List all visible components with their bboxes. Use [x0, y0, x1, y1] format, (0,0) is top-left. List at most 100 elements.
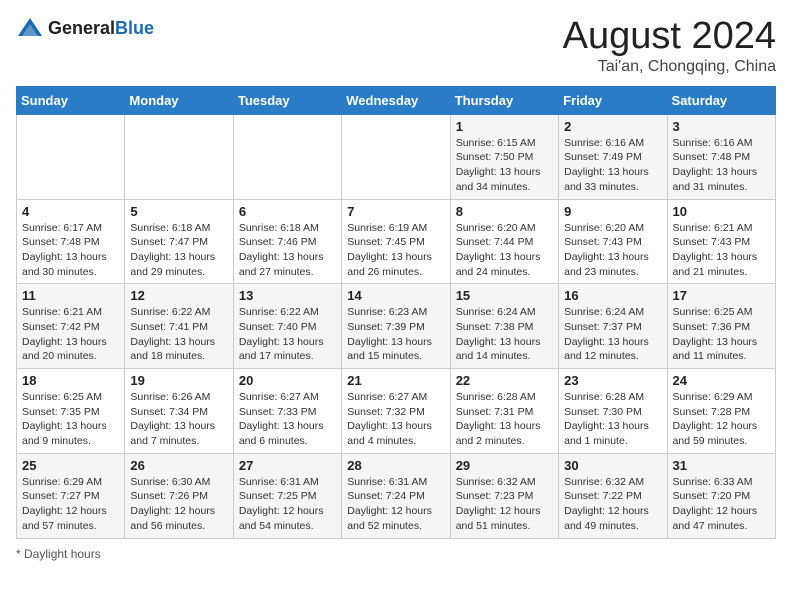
- logo-general: General: [48, 18, 115, 38]
- day-info: Sunrise: 6:30 AMSunset: 7:26 PMDaylight:…: [130, 475, 227, 534]
- day-number: 17: [673, 288, 770, 303]
- title-area: August 2024 Tai'an, Chongqing, China: [563, 16, 776, 76]
- col-header-tuesday: Tuesday: [233, 86, 341, 114]
- day-number: 10: [673, 204, 770, 219]
- day-info: Sunrise: 6:19 AMSunset: 7:45 PMDaylight:…: [347, 221, 444, 280]
- calendar-cell: 14Sunrise: 6:23 AMSunset: 7:39 PMDayligh…: [342, 284, 450, 369]
- calendar-cell: 7 Sunrise: 6:19 AMSunset: 7:45 PMDaylight…: [342, 199, 450, 284]
- footer-note: * Daylight hours: [16, 547, 776, 561]
- day-info: Sunrise: 6:15 AMSunset: 7:50 PMDaylight:…: [456, 136, 553, 195]
- day-info: Sunrise: 6:21 AMSunset: 7:43 PMDaylight:…: [673, 221, 770, 280]
- day-info: Sunrise: 6:31 AMSunset: 7:24 PMDaylight:…: [347, 475, 444, 534]
- calendar-cell: 17 Sunrise: 6:25 AMSunset: 7:36 PMDayligh…: [667, 284, 775, 369]
- calendar-cell: 13 Sunrise: 6:22 AMSunset: 7:40 PMDayligh…: [233, 284, 341, 369]
- day-number: 28: [347, 458, 444, 473]
- calendar-cell: 23Sunrise: 6:28 AMSunset: 7:30 PMDayligh…: [559, 369, 667, 454]
- day-number: 26: [130, 458, 227, 473]
- calendar-header-row: SundayMondayTuesdayWednesdayThursdayFrid…: [17, 86, 776, 114]
- calendar-cell: [342, 114, 450, 199]
- day-info: Sunrise: 6:27 AMSunset: 7:32 PMDaylight:…: [347, 390, 444, 449]
- calendar-cell: [125, 114, 233, 199]
- calendar-cell: 11 Sunrise: 6:21 AMSunset: 7:42 PMDayligh…: [17, 284, 125, 369]
- calendar-cell: 21 Sunrise: 6:27 AMSunset: 7:32 PMDayligh…: [342, 369, 450, 454]
- day-info: Sunrise: 6:22 AMSunset: 7:41 PMDaylight:…: [130, 305, 227, 364]
- day-info: Sunrise: 6:23 AMSunset: 7:39 PMDaylight:…: [347, 305, 444, 364]
- calendar-cell: 22Sunrise: 6:28 AMSunset: 7:31 PMDayligh…: [450, 369, 558, 454]
- day-info: Sunrise: 6:25 AMSunset: 7:35 PMDaylight:…: [22, 390, 119, 449]
- calendar-cell: 16Sunrise: 6:24 AMSunset: 7:37 PMDayligh…: [559, 284, 667, 369]
- calendar-cell: 18Sunrise: 6:25 AMSunset: 7:35 PMDayligh…: [17, 369, 125, 454]
- day-number: 25: [22, 458, 119, 473]
- day-info: Sunrise: 6:31 AMSunset: 7:25 PMDaylight:…: [239, 475, 336, 534]
- day-info: Sunrise: 6:24 AMSunset: 7:38 PMDaylight:…: [456, 305, 553, 364]
- day-number: 20: [239, 373, 336, 388]
- calendar-cell: [17, 114, 125, 199]
- calendar-week-row: 25 Sunrise: 6:29 AMSunset: 7:27 PMDayligh…: [17, 453, 776, 538]
- calendar-cell: 28 Sunrise: 6:31 AMSunset: 7:24 PMDayligh…: [342, 453, 450, 538]
- day-number: 21: [347, 373, 444, 388]
- calendar-cell: 4 Sunrise: 6:17 AMSunset: 7:48 PMDaylight…: [17, 199, 125, 284]
- day-info: Sunrise: 6:32 AMSunset: 7:23 PMDaylight:…: [456, 475, 553, 534]
- day-number: 16: [564, 288, 661, 303]
- day-info: Sunrise: 6:20 AMSunset: 7:43 PMDaylight:…: [564, 221, 661, 280]
- day-number: 30: [564, 458, 661, 473]
- day-number: 6: [239, 204, 336, 219]
- calendar-cell: 19Sunrise: 6:26 AMSunset: 7:34 PMDayligh…: [125, 369, 233, 454]
- col-header-friday: Friday: [559, 86, 667, 114]
- col-header-thursday: Thursday: [450, 86, 558, 114]
- day-number: 24: [673, 373, 770, 388]
- day-number: 13: [239, 288, 336, 303]
- day-number: 23: [564, 373, 661, 388]
- day-info: Sunrise: 6:25 AMSunset: 7:36 PMDaylight:…: [673, 305, 770, 364]
- calendar-table: SundayMondayTuesdayWednesdayThursdayFrid…: [16, 86, 776, 539]
- calendar-cell: 26 Sunrise: 6:30 AMSunset: 7:26 PMDayligh…: [125, 453, 233, 538]
- day-info: Sunrise: 6:29 AMSunset: 7:27 PMDaylight:…: [22, 475, 119, 534]
- day-info: Sunrise: 6:18 AMSunset: 7:47 PMDaylight:…: [130, 221, 227, 280]
- day-info: Sunrise: 6:32 AMSunset: 7:22 PMDaylight:…: [564, 475, 661, 534]
- day-number: 31: [673, 458, 770, 473]
- col-header-sunday: Sunday: [17, 86, 125, 114]
- day-number: 2: [564, 119, 661, 134]
- day-number: 4: [22, 204, 119, 219]
- calendar-cell: 29Sunrise: 6:32 AMSunset: 7:23 PMDayligh…: [450, 453, 558, 538]
- day-number: 7: [347, 204, 444, 219]
- col-header-wednesday: Wednesday: [342, 86, 450, 114]
- calendar-cell: 30 Sunrise: 6:32 AMSunset: 7:22 PMDayligh…: [559, 453, 667, 538]
- day-number: 11: [22, 288, 119, 303]
- day-info: Sunrise: 6:21 AMSunset: 7:42 PMDaylight:…: [22, 305, 119, 364]
- calendar-week-row: 1 Sunrise: 6:15 AMSunset: 7:50 PMDaylight…: [17, 114, 776, 199]
- day-number: 19: [130, 373, 227, 388]
- day-number: 8: [456, 204, 553, 219]
- day-number: 27: [239, 458, 336, 473]
- calendar-week-row: 4 Sunrise: 6:17 AMSunset: 7:48 PMDaylight…: [17, 199, 776, 284]
- calendar-cell: 2 Sunrise: 6:16 AMSunset: 7:49 PMDaylight…: [559, 114, 667, 199]
- day-number: 1: [456, 119, 553, 134]
- calendar-cell: 8 Sunrise: 6:20 AMSunset: 7:44 PMDaylight…: [450, 199, 558, 284]
- page-title: August 2024: [563, 16, 776, 58]
- col-header-saturday: Saturday: [667, 86, 775, 114]
- calendar-cell: 6 Sunrise: 6:18 AMSunset: 7:46 PMDaylight…: [233, 199, 341, 284]
- logo: GeneralBlue: [16, 16, 154, 40]
- day-info: Sunrise: 6:20 AMSunset: 7:44 PMDaylight:…: [456, 221, 553, 280]
- col-header-monday: Monday: [125, 86, 233, 114]
- day-number: 9: [564, 204, 661, 219]
- calendar-cell: 27 Sunrise: 6:31 AMSunset: 7:25 PMDayligh…: [233, 453, 341, 538]
- day-info: Sunrise: 6:17 AMSunset: 7:48 PMDaylight:…: [22, 221, 119, 280]
- calendar-cell: 20 Sunrise: 6:27 AMSunset: 7:33 PMDayligh…: [233, 369, 341, 454]
- day-info: Sunrise: 6:16 AMSunset: 7:49 PMDaylight:…: [564, 136, 661, 195]
- page-subtitle: Tai'an, Chongqing, China: [563, 58, 776, 76]
- calendar-cell: 1 Sunrise: 6:15 AMSunset: 7:50 PMDaylight…: [450, 114, 558, 199]
- calendar-cell: 24Sunrise: 6:29 AMSunset: 7:28 PMDayligh…: [667, 369, 775, 454]
- day-info: Sunrise: 6:16 AMSunset: 7:48 PMDaylight:…: [673, 136, 770, 195]
- calendar-cell: 9 Sunrise: 6:20 AMSunset: 7:43 PMDaylight…: [559, 199, 667, 284]
- calendar-cell: 12Sunrise: 6:22 AMSunset: 7:41 PMDayligh…: [125, 284, 233, 369]
- calendar-cell: 10 Sunrise: 6:21 AMSunset: 7:43 PMDayligh…: [667, 199, 775, 284]
- day-info: Sunrise: 6:27 AMSunset: 7:33 PMDaylight:…: [239, 390, 336, 449]
- header: GeneralBlue August 2024 Tai'an, Chongqin…: [16, 16, 776, 76]
- calendar-cell: [233, 114, 341, 199]
- day-info: Sunrise: 6:22 AMSunset: 7:40 PMDaylight:…: [239, 305, 336, 364]
- day-info: Sunrise: 6:18 AMSunset: 7:46 PMDaylight:…: [239, 221, 336, 280]
- calendar-week-row: 11 Sunrise: 6:21 AMSunset: 7:42 PMDayligh…: [17, 284, 776, 369]
- calendar-week-row: 18Sunrise: 6:25 AMSunset: 7:35 PMDayligh…: [17, 369, 776, 454]
- day-number: 15: [456, 288, 553, 303]
